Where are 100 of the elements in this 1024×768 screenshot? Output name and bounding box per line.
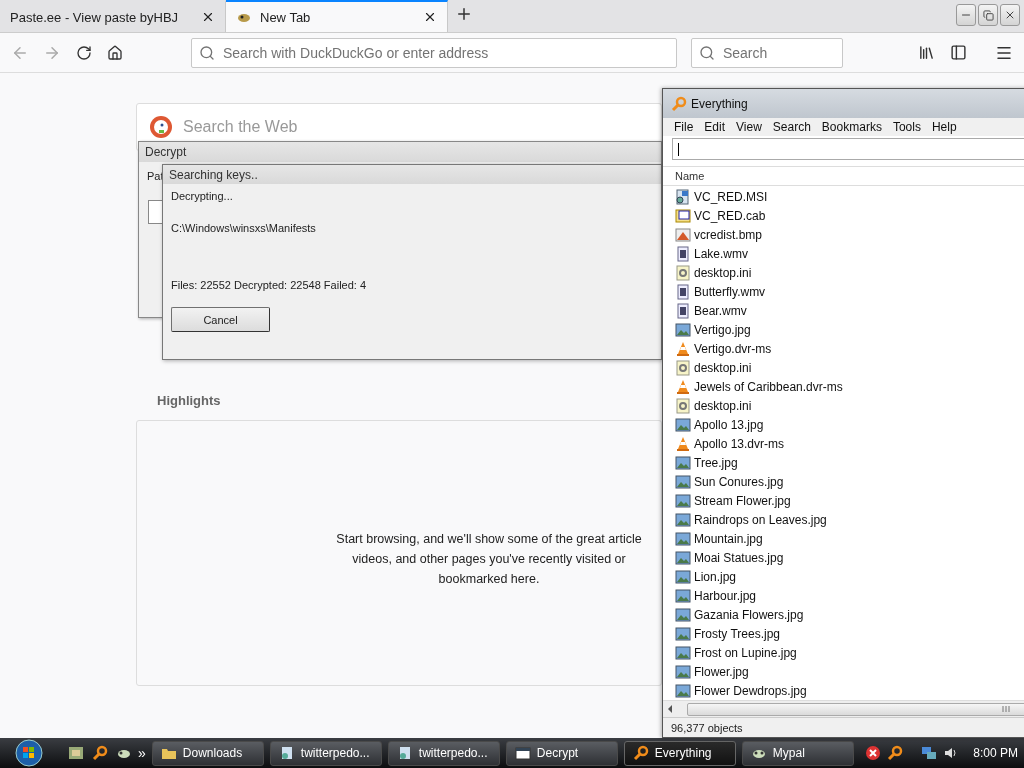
file-row[interactable]: VC_RED.MSI [663, 187, 1024, 206]
file-row[interactable]: VC_RED.cab [663, 206, 1024, 225]
file-row[interactable]: desktop.ini [663, 396, 1024, 415]
file-row[interactable]: Apollo 13.dvr-ms [663, 434, 1024, 453]
film-file-icon [675, 283, 691, 300]
plus-icon [455, 5, 473, 23]
image-file-icon [675, 663, 691, 680]
file-row[interactable]: Lake.wmv [663, 244, 1024, 263]
settings-file-icon [675, 397, 691, 414]
close-icon [1004, 9, 1016, 21]
file-row[interactable]: Jewels of Caribbean.dvr-ms [663, 377, 1024, 396]
menu-item[interactable]: View [733, 118, 770, 136]
grip-icon [1002, 706, 1010, 712]
file-row[interactable]: Frosty Trees.jpg [663, 624, 1024, 643]
taskbar-button[interactable]: Decrypt [505, 740, 618, 766]
file-row[interactable]: Raindrops on Leaves.jpg [663, 510, 1024, 529]
window-title: Everything [691, 96, 748, 111]
file-row[interactable]: Sun Conures.jpg [663, 472, 1024, 491]
search-field[interactable]: Search [690, 37, 843, 68]
file-row[interactable]: Mountain.jpg [663, 529, 1024, 548]
taskbar-button[interactable]: twitterpedo... [269, 740, 382, 766]
image-file-icon [675, 454, 691, 471]
taskbar-button[interactable]: Mypal [741, 740, 854, 766]
empty-message: Start browsing, and we'll show some of the great article videos, and other pages you've recently visited or bookmarked here. [335, 531, 643, 588]
traffic-cone-icon [675, 378, 691, 395]
settings-file-icon [675, 264, 691, 281]
address-field[interactable]: Search with DuckDuckGo or enter address [191, 37, 677, 68]
path-text: C:\Windows\winsxs\Manifests [171, 222, 317, 234]
image-file-icon [675, 511, 691, 528]
close-button[interactable] [1000, 4, 1020, 26]
file-row[interactable]: Apollo 13.jpg [663, 415, 1024, 434]
browser-tab[interactable]: New Tab [226, 0, 448, 32]
cabinet-file-icon [675, 207, 691, 224]
menu-item[interactable]: Tools [889, 118, 929, 136]
magnifier-icon [887, 745, 904, 761]
file-row[interactable]: Vertigo.dvr-ms [663, 339, 1024, 358]
file-row[interactable]: Flower Dewdrops.jpg [663, 681, 1024, 700]
file-row[interactable]: desktop.ini [663, 263, 1024, 282]
magnifier-icon [632, 745, 649, 761]
close-icon[interactable] [423, 10, 437, 24]
image-file-icon [675, 644, 691, 661]
horizontal-scrollbar[interactable] [663, 700, 1024, 717]
close-icon[interactable] [201, 10, 215, 24]
film-file-icon [675, 302, 691, 319]
taskbar-button[interactable]: twitterpedo... [387, 740, 500, 766]
start-button[interactable] [12, 738, 46, 768]
traffic-cone-icon [675, 340, 691, 357]
image-file-icon [675, 549, 691, 566]
file-row[interactable]: Harbour.jpg [663, 586, 1024, 605]
status-text: 96,377 objects [663, 717, 1024, 737]
menu-item[interactable]: Edit [701, 118, 734, 136]
scroll-left-icon[interactable] [667, 705, 673, 713]
web-search-input[interactable]: Search the Web [181, 117, 649, 137]
library-icon [918, 44, 935, 61]
image-file-icon [675, 416, 691, 433]
paint-file-icon [675, 226, 691, 243]
menu-item[interactable]: File [671, 118, 702, 136]
file-row[interactable]: vcredist.bmp [663, 225, 1024, 244]
file-row[interactable]: Lion.jpg [663, 567, 1024, 586]
menu-item[interactable]: Search [769, 118, 819, 136]
image-file-icon [675, 321, 691, 338]
file-row[interactable]: Moai Statues.jpg [663, 548, 1024, 567]
clock: 8:00 PM [973, 746, 1018, 760]
home-icon [107, 44, 124, 61]
file-row[interactable]: desktop.ini [663, 358, 1024, 377]
file-row[interactable]: Vertigo.jpg [663, 320, 1024, 339]
magnifier-icon [92, 745, 108, 761]
file-row[interactable]: Tree.jpg [663, 453, 1024, 472]
dialog-title: Searching keys.. [163, 165, 661, 184]
image-file-icon [675, 473, 691, 490]
file-row[interactable]: Flower.jpg [663, 662, 1024, 681]
settings-file-icon [675, 359, 691, 376]
traffic-cone-icon [675, 435, 691, 452]
file-row[interactable]: Stream Flower.jpg [663, 491, 1024, 510]
search-field[interactable] [672, 138, 1024, 160]
overflow-chevron[interactable]: » [138, 745, 146, 761]
column-header[interactable]: Name [663, 166, 1024, 186]
minimize-button[interactable] [956, 4, 976, 26]
installer-icon [675, 188, 691, 205]
scrollbar-thumb[interactable] [687, 702, 1024, 716]
taskbar-button[interactable]: Downloads [151, 740, 264, 766]
image-file-icon [675, 568, 691, 585]
image-file-icon [675, 606, 691, 623]
film-file-icon [675, 245, 691, 262]
file-row[interactable]: Frost on Lupine.jpg [663, 643, 1024, 662]
restore-button[interactable] [978, 4, 998, 26]
image-file-icon [675, 492, 691, 509]
taskbar-button[interactable]: Everything [623, 740, 736, 766]
image-file-icon [675, 625, 691, 642]
sidebar-icon [949, 44, 967, 61]
file-row[interactable]: Gazania Flowers.jpg [663, 605, 1024, 624]
reload-icon [75, 44, 92, 61]
status-text: Decrypting... [171, 190, 234, 202]
cancel-button[interactable]: Cancel [171, 307, 270, 332]
file-row[interactable]: Bear.wmv [663, 301, 1024, 320]
menu-item[interactable]: Help [928, 118, 965, 136]
menu-item[interactable]: Bookmarks [818, 118, 890, 136]
file-row[interactable]: Butterfly.wmv [663, 282, 1024, 301]
restore-icon [982, 9, 994, 21]
search-icon [698, 44, 715, 61]
